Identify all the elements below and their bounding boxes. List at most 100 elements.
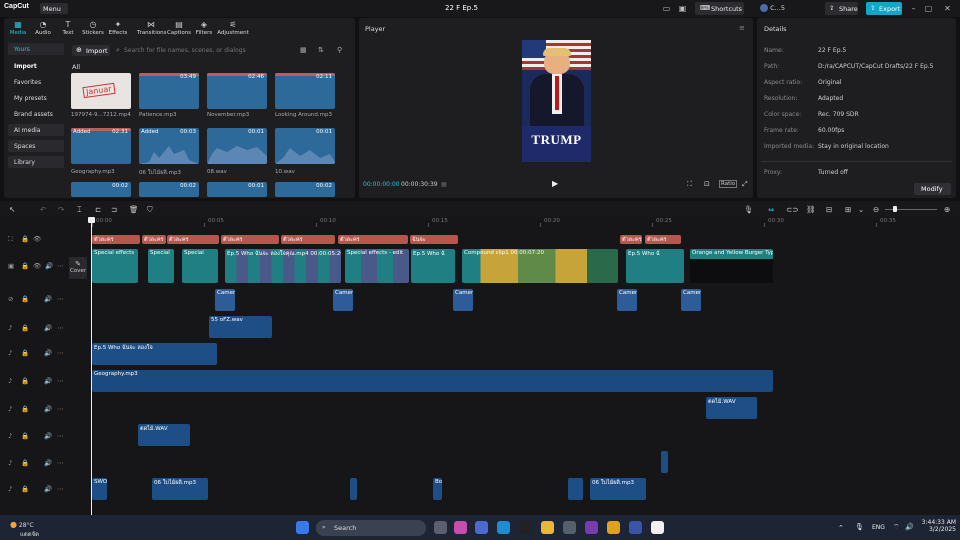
speaker-icon[interactable]: 🔊 (44, 324, 52, 332)
video-clip[interactable]: Special (182, 249, 218, 283)
tab-text[interactable]: T Text (56, 20, 80, 36)
layout-icon[interactable]: ▭ (662, 4, 671, 13)
shield-icon[interactable]: ⛉ (147, 205, 153, 215)
minimize-icon[interactable]: – (909, 4, 918, 13)
media-thumb[interactable]: 03:49 (139, 73, 199, 109)
sort-icon[interactable]: ⇅ (318, 46, 324, 54)
more-icon[interactable]: ⋯ (57, 405, 64, 413)
audio-track-icon[interactable]: ♪ (8, 324, 12, 332)
video-clip[interactable]: Special (148, 249, 174, 283)
overlay-clip[interactable]: Camer (333, 289, 353, 311)
tab-stickers[interactable]: ◷ Stickers (81, 20, 105, 36)
text-clip[interactable]: ตัวละคร (92, 235, 140, 244)
lock-icon[interactable]: 🔒 (21, 459, 29, 467)
filter-icon[interactable]: ⚲ (337, 46, 342, 54)
audio-clip[interactable]: Ep.5 Who ฉันจะ ลองใจ (92, 343, 217, 365)
audio-track-icon[interactable]: ♪ (8, 377, 12, 385)
zoom-icon[interactable]: ⊡ (704, 180, 710, 188)
text-clip[interactable]: ฉันจะ (410, 235, 458, 244)
video-track-icon[interactable]: ▣ (8, 262, 14, 270)
lock-icon[interactable]: 🔒 (21, 377, 29, 385)
modify-button[interactable]: Modify (914, 183, 951, 195)
speaker-icon[interactable]: 🔊 (45, 262, 53, 270)
video-clip[interactable]: Special effects - edit (345, 249, 409, 283)
tab-adjustment[interactable]: ⚟ Adjustment (217, 20, 249, 36)
menu-icon[interactable]: ≡ (739, 24, 745, 32)
chrome-icon[interactable] (607, 521, 620, 534)
tab-transitions[interactable]: ⋈ Transitions (137, 20, 166, 36)
overlay-clip[interactable]: Camer (215, 289, 235, 311)
redo-icon[interactable]: ↷ (58, 205, 64, 214)
audio-clip[interactable]: Bo (433, 478, 442, 500)
eye-icon[interactable]: 👁 (33, 262, 41, 270)
user-account[interactable]: C...5 (760, 4, 785, 12)
edge-icon[interactable] (497, 521, 510, 534)
zoom-in-icon[interactable]: ⊕ (944, 205, 950, 214)
split-right-icon[interactable]: ⊐ (111, 205, 117, 214)
speaker-icon[interactable]: 🔊 (44, 349, 52, 357)
more-icon[interactable]: ⋯ (57, 377, 64, 385)
lock-icon[interactable]: ⛶ (8, 235, 13, 244)
audio-clip[interactable]: Geography.mp3 (92, 370, 773, 392)
text-clip[interactable]: ตัวละคร (221, 235, 279, 244)
windows-start-icon[interactable] (296, 521, 309, 534)
menu-button[interactable]: Menu (40, 3, 68, 14)
preview-axis-icon[interactable]: ⊞ (845, 205, 851, 214)
more-icon[interactable]: ⋯ (57, 295, 64, 303)
audio-track-icon[interactable]: ♪ (8, 349, 12, 357)
sidebar-item-import[interactable]: Import (8, 60, 64, 72)
import-button[interactable]: ⊕ Import (72, 45, 110, 56)
video-preview[interactable]: TRUMP (522, 40, 591, 162)
media-thumb[interactable]: 00:01 (207, 182, 267, 197)
split-icon[interactable]: ⌶ (77, 205, 82, 215)
discord-icon[interactable] (629, 521, 642, 534)
text-clip[interactable]: ตัวละคร (167, 235, 219, 244)
export-button[interactable]: ⇧ Export (866, 2, 902, 15)
system-clock[interactable]: 3:44:33 AM 3/2/2025 (918, 519, 956, 533)
audio-track-icon[interactable]: ♪ (8, 432, 12, 440)
speaker-icon[interactable]: 🔊 (44, 295, 52, 303)
video-clip[interactable]: Ep.5 Who ฉั (411, 249, 455, 283)
media-thumb[interactable]: Januar (71, 73, 131, 109)
more-icon[interactable]: ⋯ (57, 459, 64, 467)
lock-icon[interactable]: 🔒 (21, 349, 29, 357)
chevron-down-icon[interactable]: ⌄ (858, 205, 864, 214)
more-icon[interactable]: ⋯ (57, 324, 64, 332)
link-main-track-icon[interactable]: ⇔ (768, 205, 774, 214)
taskbar-search[interactable]: ⌕ Search (316, 520, 426, 536)
chevron-up-icon[interactable]: ⌃ (838, 524, 844, 532)
more-icon[interactable]: ⋯ (57, 485, 64, 493)
tab-media[interactable]: ▦ Media (6, 20, 30, 36)
playhead[interactable] (91, 217, 92, 515)
media-thumb[interactable]: 02:46 (207, 73, 267, 109)
sidebar-item-ai-media[interactable]: AI media (8, 124, 64, 136)
shortcuts-button[interactable]: ⌨ Shortcuts (695, 2, 744, 15)
select-tool-icon[interactable]: ↖ (9, 205, 15, 214)
capcut-icon[interactable] (651, 521, 664, 534)
overlay-clip[interactable]: Camer (681, 289, 701, 311)
grid-view-icon[interactable]: ▦ (300, 46, 307, 54)
video-clip[interactable]: Ep.5 Who ฉั (626, 249, 684, 283)
audio-clip[interactable]: ตดไม้.WAV (706, 397, 757, 419)
more-icon[interactable]: ⋯ (57, 262, 64, 270)
media-thumb[interactable]: 00:02 (275, 182, 335, 197)
media-thumb[interactable]: 00:01 (207, 128, 267, 164)
eye-icon[interactable]: 👁 (33, 235, 41, 243)
audio-clip[interactable] (568, 478, 583, 500)
time-ruler[interactable]: 00:00 00:05 00:10 00:15 00:20 00:25 00:3… (92, 217, 960, 227)
cover-button[interactable]: ✎ Cover (69, 257, 87, 279)
video-clip[interactable]: Ep.5 Who ฉันจะ ลองใจคุณ.mp4 00:00:05:20 (225, 249, 341, 283)
zoom-slider-handle[interactable] (893, 206, 897, 212)
maximize-icon[interactable]: ▢ (924, 4, 933, 13)
microphone-icon[interactable]: 🎙 (855, 523, 864, 531)
lock-icon[interactable]: 🔒 (21, 295, 29, 303)
audio-track-icon[interactable]: ♪ (8, 459, 12, 467)
volume-icon[interactable]: 🔊 (905, 523, 914, 531)
sidebar-item-yours[interactable]: Yours (8, 43, 64, 55)
audio-clip[interactable]: ตดไม้.WAV (138, 424, 190, 446)
close-icon[interactable]: ✕ (943, 4, 952, 13)
tiktok-icon[interactable] (519, 521, 532, 534)
video-clip[interactable]: Special effects (92, 249, 138, 283)
video-clip[interactable]: Orange and Yellow Burger Typ (690, 249, 773, 283)
copilot-icon[interactable] (454, 521, 467, 534)
